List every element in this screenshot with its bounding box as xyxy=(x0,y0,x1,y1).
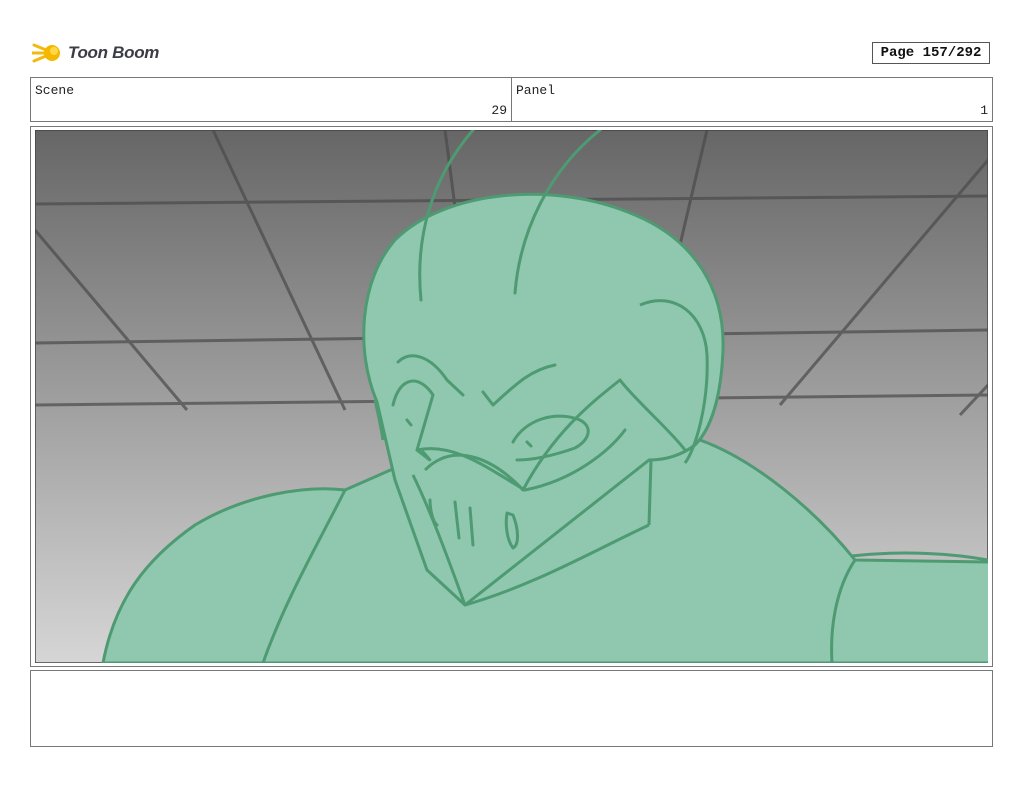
panel-label: Panel xyxy=(516,83,556,98)
toon-boom-logo: Toon Boom xyxy=(32,36,162,70)
logo-text: Toon Boom xyxy=(68,43,160,62)
scene-label: Scene xyxy=(35,83,75,98)
scene-panel-header: Scene 29 Panel 1 xyxy=(30,77,993,122)
panel-drawing xyxy=(35,130,988,663)
page-indicator: Page 157/292 xyxy=(872,42,990,64)
storyboard-panel xyxy=(30,126,993,667)
toon-boom-flame-icon xyxy=(32,43,60,63)
panel-number: 1 xyxy=(980,103,988,118)
scene-cell: Scene 29 xyxy=(31,78,511,121)
panel-cell: Panel 1 xyxy=(511,78,992,121)
notes-area[interactable] xyxy=(30,670,993,747)
scene-number: 29 xyxy=(491,103,507,118)
